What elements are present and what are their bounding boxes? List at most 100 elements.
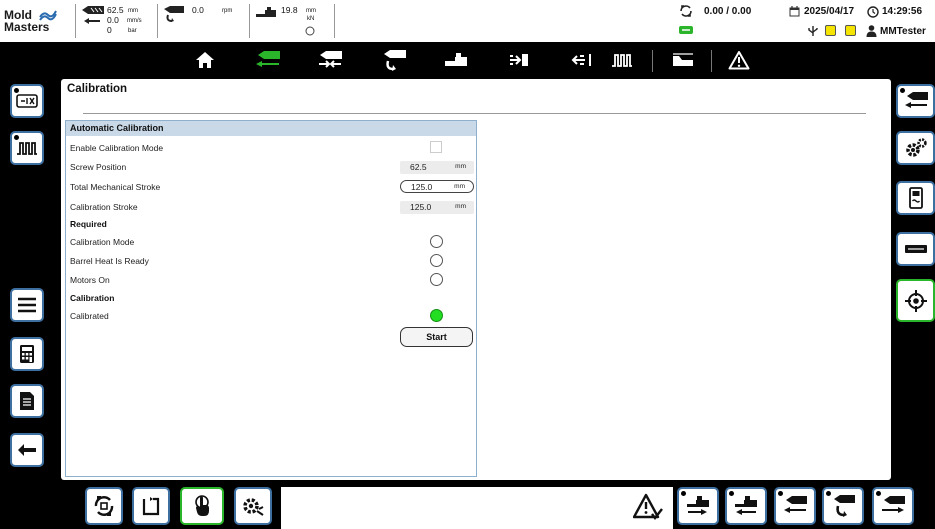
ejector-back-button[interactable] [725,487,767,525]
injection-back-button[interactable] [774,487,816,525]
manual-hand-icon [195,495,209,516]
auto-cycle-icon [94,496,114,516]
indicator-dot [729,491,734,496]
start-button[interactable]: Start [400,327,473,347]
side-calculator-button[interactable] [10,337,44,371]
enable-calibration-mode-label: Enable Calibration Mode [70,143,164,153]
ejector-back-icon [735,496,757,515]
screw-recovery-button[interactable] [822,487,864,525]
calibration-mode-indicator [430,235,443,248]
clamp-position-value: 19.8 [281,5,298,15]
side-calibration-button[interactable] [896,279,935,322]
nav-heater[interactable] [608,48,636,72]
auto-cycle-button[interactable] [85,487,123,525]
screw-position-label: Screw Position [70,162,127,172]
side-heater-button[interactable] [10,131,44,165]
nav-ejector[interactable] [442,48,470,72]
calibration-stroke-value: 125.0 [410,202,432,212]
arrow-left-icon [18,444,36,456]
status-divider [157,4,158,38]
main-nav [0,42,935,78]
total-mechanical-stroke-input[interactable]: 125.0 mm [400,180,474,193]
calibration-stroke-unit: mm [455,203,466,210]
core-out-icon [571,54,591,66]
date-readout: 2025/04/17 [804,6,855,17]
side-monitor-button[interactable] [10,84,44,118]
barrel-heat-ready-label: Barrel Heat Is Ready [70,256,149,266]
side-back-button[interactable] [10,433,44,467]
page-title: Calibration [67,83,128,95]
clamp-status-circle-icon [305,26,315,36]
injection-speed-value: 0.0 [107,15,119,25]
nav-clamp[interactable] [316,48,344,72]
core-in-icon [510,54,528,66]
menu-icon [18,297,36,313]
injection-icon [256,51,280,67]
semi-auto-button[interactable] [132,487,170,525]
logo-wave-icon [39,10,57,21]
indicator-dot [681,491,686,496]
ejector-forward-button[interactable] [677,487,719,525]
side-injection-button[interactable] [896,84,935,118]
indicator-dot [900,88,905,93]
status-bar: Mold Masters 62.5 mm 0.0 mm/s 0 bar 0.0 … [0,0,935,42]
title-divider [83,113,866,114]
calibration-stroke-label: Calibration Stroke [70,202,138,212]
ejector-plate-icon [904,245,927,253]
calibration-section-header: Calibration [70,293,115,303]
side-ejector-button[interactable] [896,232,935,266]
nav-home[interactable] [191,48,219,72]
side-device-button[interactable] [896,181,935,215]
indicator-dot [14,135,19,140]
clamp-force-unit: kN [307,16,315,22]
sd-card-icon [825,25,836,36]
injection-forward-button[interactable] [872,487,914,525]
automatic-calibration-panel: Automatic Calibration Enable Calibration… [65,120,477,477]
alarm-icon [728,51,750,70]
arrow-left-icon [84,18,100,24]
indicator-dot [14,88,19,93]
clock-icon [867,6,879,18]
enable-calibration-mode-checkbox[interactable] [430,141,442,153]
screw-rpm-unit: rpm [222,8,233,14]
motors-on-indicator [430,273,443,286]
nav-core-in[interactable] [505,48,533,72]
device-icon [908,187,923,209]
side-document-button[interactable] [10,384,44,418]
status-divider [75,4,76,38]
injection-speed-unit: mm/s [127,18,142,24]
calculator-icon [20,345,34,363]
nav-separator [652,50,653,72]
user-icon [866,25,877,37]
manual-mode-button[interactable] [180,487,224,525]
injection-icon [904,92,928,108]
nav-profile[interactable] [669,48,697,72]
indicator-dot [876,491,881,496]
required-section-header: Required [70,219,107,229]
user-name: MMTester [880,26,926,37]
status-divider [249,4,250,38]
barrel-heat-ready-indicator [430,254,443,267]
clamp-position-unit: mm [306,8,316,14]
injection-position-value: 62.5 [107,5,124,15]
injection-back-icon [784,496,807,513]
calibrated-label: Calibrated [70,311,109,321]
indicator-dot [826,491,831,496]
screw-position-value: 62.5 [410,162,427,172]
setup-mode-button[interactable] [234,487,272,525]
time-readout: 14:29:56 [882,6,923,17]
cycle-time-readout: 0.00 / 0.00 [704,6,752,17]
heater-icon [612,54,632,67]
motors-on-label: Motors On [70,275,110,285]
nav-core-out[interactable] [568,48,596,72]
screw-position-unit: mm [455,163,466,170]
side-settings-button[interactable] [896,131,935,165]
total-mechanical-stroke-value: 125.0 [411,182,433,192]
nav-screw[interactable] [380,48,408,72]
storage-icon [845,25,856,36]
injection-unit-icon [82,6,104,14]
nav-injection[interactable] [254,48,282,72]
nav-alarm[interactable] [725,48,753,72]
side-menu-button[interactable] [10,288,44,322]
injection-pressure-unit: bar [128,28,137,34]
